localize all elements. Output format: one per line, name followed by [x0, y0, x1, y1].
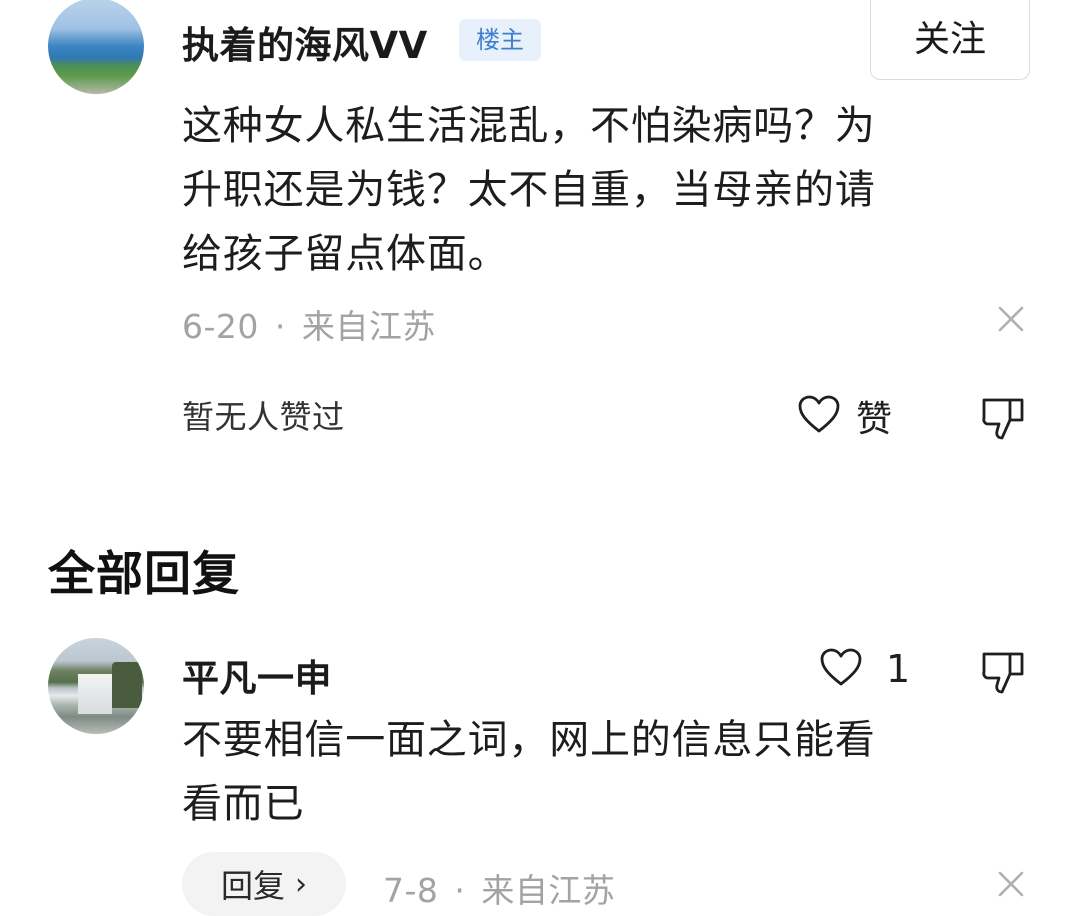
post-line: 这种女人私生活混乱，不怕染病吗？为	[182, 103, 876, 149]
reply-date: 7-8	[383, 871, 439, 910]
owner-badge: 楼主	[459, 19, 541, 61]
follow-button[interactable]: 关注	[870, 0, 1030, 80]
post-line: 升职还是为钱？太不自重，当母亲的请	[182, 167, 876, 213]
post-content: 这种女人私生活混乱，不怕染病吗？为 升职还是为钱？太不自重，当母亲的请 给孩子留…	[182, 94, 876, 286]
reply-author-name[interactable]: 平凡一申	[182, 648, 332, 702]
dislike-icon[interactable]	[980, 396, 1026, 446]
reply-close-icon[interactable]	[997, 870, 1025, 898]
reply-button[interactable]: 回复 ›	[182, 852, 346, 916]
chevron-right-icon: ›	[295, 866, 307, 902]
section-title: 全部回复	[48, 547, 240, 602]
reply-line: 看而已	[182, 781, 305, 827]
reply-location: 来自江苏	[481, 871, 616, 910]
post-location: 来自江苏	[301, 307, 436, 346]
author-name[interactable]: 执着的海风VV	[182, 15, 428, 69]
no-likes-text: 暂无人赞过	[182, 398, 345, 436]
post-meta: 6-20 · 来自江苏	[182, 300, 436, 348]
heart-icon	[818, 646, 864, 692]
like-button[interactable]: 赞	[796, 390, 892, 442]
reply-like-count: 1	[886, 647, 911, 691]
reply-content: 不要相信一面之词，网上的信息只能看 看而已	[182, 708, 876, 836]
reply-button-label: 回复	[220, 867, 285, 905]
close-icon[interactable]	[997, 305, 1025, 333]
meta-separator: ·	[454, 871, 466, 910]
heart-icon	[796, 393, 842, 439]
post-date: 6-20	[182, 307, 259, 346]
author-avatar[interactable]	[48, 0, 144, 94]
reply-line: 不要相信一面之词，网上的信息只能看	[182, 717, 876, 763]
reply-meta: 7-8 · 来自江苏	[383, 864, 615, 912]
reply-avatar[interactable]	[48, 638, 144, 734]
reply-dislike-icon[interactable]	[980, 650, 1026, 700]
meta-separator: ·	[274, 307, 286, 346]
reply-like-button[interactable]: 1	[818, 646, 910, 692]
like-label: 赞	[856, 399, 893, 440]
post-line: 给孩子留点体面。	[182, 231, 509, 277]
